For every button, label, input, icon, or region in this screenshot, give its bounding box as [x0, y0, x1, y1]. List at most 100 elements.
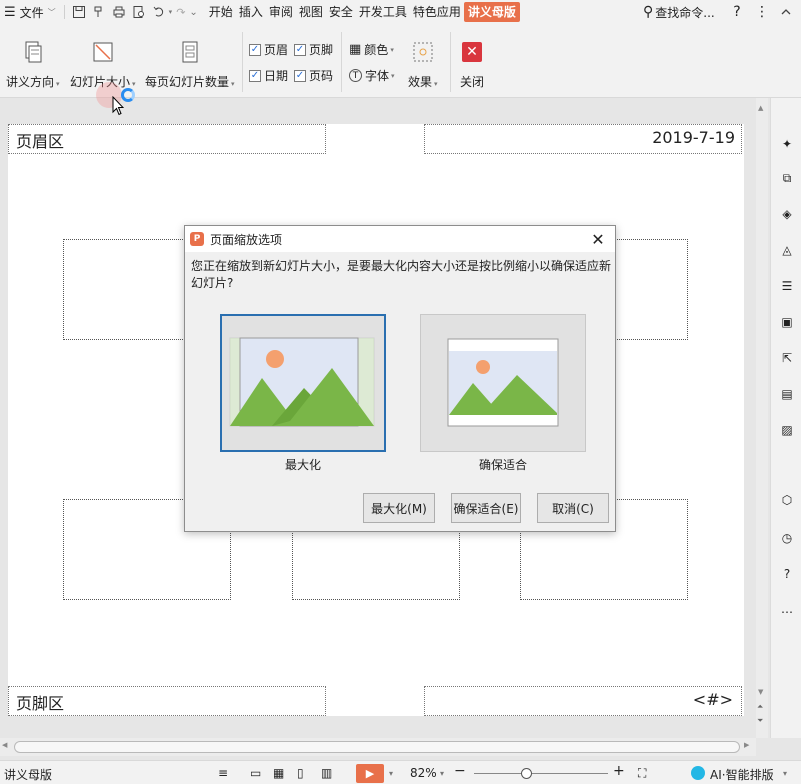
page-number-placeholder[interactable]: <#> [424, 686, 742, 716]
reading-view-icon[interactable]: ▯ [297, 766, 304, 780]
chevron-down-icon: ▾ [391, 71, 395, 80]
clock-icon[interactable]: ◷ [778, 529, 796, 547]
checkmark-icon: ✓ [249, 43, 261, 56]
scroll-down-icon[interactable]: ▼ [758, 688, 763, 696]
effects-icon [410, 39, 436, 65]
header-checkbox-label: 页眉 [264, 43, 289, 57]
ai-layout-button[interactable]: AI·智能排版 [710, 766, 774, 783]
scroll-left-icon[interactable]: ◀ [2, 741, 7, 749]
save-icon[interactable] [69, 2, 89, 22]
outline-icon[interactable]: ▥ [321, 766, 332, 780]
settings-sliders-icon[interactable]: ☰ [778, 277, 796, 295]
scroll-right-icon[interactable]: ▶ [744, 741, 749, 749]
maximize-preview-image [229, 337, 375, 427]
chevron-down-icon[interactable]: ▾ [389, 769, 393, 778]
undo-icon[interactable] [149, 2, 169, 22]
zoom-level[interactable]: 82% [410, 766, 437, 780]
date-placeholder[interactable]: 2019-7-19 [424, 124, 742, 154]
footer-placeholder[interactable]: 页脚区 [8, 686, 326, 716]
zoom-slider-handle[interactable] [521, 768, 532, 779]
tab-special[interactable]: 特色应用 [410, 2, 464, 22]
tab-developer[interactable]: 开发工具 [356, 2, 410, 22]
close-icon[interactable]: ✕ [589, 230, 607, 249]
next-page-icon[interactable]: ⏷ [757, 716, 763, 726]
zoom-out-icon[interactable]: − [454, 763, 466, 779]
help-circle-icon[interactable]: ? [778, 565, 796, 583]
maximize-button[interactable]: 最大化(M) [363, 493, 435, 523]
format-painter-icon[interactable] [89, 2, 109, 22]
picture-icon[interactable]: ▨ [778, 421, 796, 439]
header-placeholder[interactable]: 页眉区 [8, 124, 326, 154]
effects-button[interactable]: 效果 ▾ [408, 39, 438, 90]
color-button[interactable]: ▦ 颜色 ▾ [349, 41, 394, 58]
file-menu[interactable]: ☰ 文件 ﹀ [0, 0, 60, 24]
more-icon[interactable]: ⌄ [189, 7, 197, 18]
share-icon[interactable]: ⇱ [778, 349, 796, 367]
page-number-text: <#> [692, 690, 733, 709]
prev-page-icon[interactable]: ⏶ [757, 702, 763, 712]
scroll-up-icon[interactable]: ▲ [758, 104, 763, 112]
tab-insert[interactable]: 插入 [236, 2, 266, 22]
chevron-down-icon[interactable]: ▾ [783, 769, 787, 778]
redo-icon[interactable]: ↷ [176, 6, 185, 19]
checkmark-icon: ✓ [294, 43, 306, 56]
app-logo-icon: P [190, 232, 204, 246]
play-button[interactable]: ▶ [356, 764, 384, 783]
slide-sorter-icon[interactable]: ▦ [273, 766, 284, 780]
sparkle-icon[interactable]: ✦ [778, 135, 796, 153]
color-label: 颜色 [364, 43, 389, 57]
collapse-ribbon-icon[interactable] [776, 2, 796, 22]
page-number-checkbox[interactable]: ✓ 页码 [294, 67, 333, 84]
chevron-down-icon[interactable]: ▾ [440, 769, 444, 778]
chevron-down-icon: ▾ [56, 80, 60, 88]
font-button[interactable]: T 字体 ▾ [349, 67, 395, 84]
search-label: 查找命令... [655, 5, 715, 20]
document-icon[interactable]: ▤ [778, 385, 796, 403]
more-options-icon[interactable]: ⋮ [752, 2, 772, 22]
help-icon[interactable]: ? [727, 2, 747, 22]
header-text: 页眉区 [16, 132, 65, 151]
command-search[interactable]: ⚲ 查找命令... [643, 2, 715, 22]
tab-review[interactable]: 审阅 [266, 2, 296, 22]
vertical-scrollbar[interactable]: ▲ ▼ ⏶ ⏷ [756, 98, 768, 738]
maximize-option[interactable] [220, 314, 386, 452]
tab-home[interactable]: 开始 [206, 2, 236, 22]
handout-orientation-button[interactable]: 讲义方向 ▾ [6, 39, 60, 90]
tab-handout-master[interactable]: 讲义母版 [463, 2, 520, 22]
print-icon[interactable] [109, 2, 129, 22]
tab-security[interactable]: 安全 [326, 2, 356, 22]
footer-text: 页脚区 [16, 694, 65, 713]
shapes-icon[interactable]: ◈ [778, 205, 796, 223]
image-edit-icon[interactable]: ▣ [778, 313, 796, 331]
more-options-icon[interactable]: ⋯ [778, 603, 796, 621]
close-master-button[interactable]: ✕ 关闭 [459, 39, 485, 90]
notes-icon[interactable]: ≡ [218, 766, 228, 780]
fit-window-icon[interactable]: ⛶ [638, 766, 646, 781]
horizontal-scroll-thumb[interactable] [14, 741, 740, 753]
close-icon: ✕ [459, 39, 485, 65]
tab-view[interactable]: 视图 [296, 2, 326, 22]
zoom-slider[interactable] [474, 773, 608, 774]
date-checkbox[interactable]: ✓ 日期 [249, 67, 288, 84]
slides-per-page-button[interactable]: 每页幻灯片数量 ▾ [145, 39, 235, 90]
status-bar: 讲义母版 ≡ ▭ ▦ ▯ ▥ ▶ ▾ 82% ▾ − + ⛶ AI·智能排版 ▾ [0, 760, 801, 784]
dialog-title-bar[interactable]: P 页面缩放选项 [185, 226, 615, 252]
divider [63, 5, 65, 19]
date-checkbox-label: 日期 [264, 69, 289, 83]
print-preview-icon[interactable] [129, 2, 149, 22]
divider [341, 32, 342, 92]
header-checkbox[interactable]: ✓ 页眉 [249, 41, 288, 58]
copy-icon[interactable]: ⧉ [778, 169, 796, 187]
fit-option[interactable] [420, 314, 586, 452]
normal-view-icon[interactable]: ▭ [250, 766, 261, 780]
dialog-title: 页面缩放选项 [210, 232, 283, 247]
color-palette-icon: ▦ [349, 42, 362, 57]
cancel-button[interactable]: 取消(C) [537, 493, 609, 523]
font-icon: T [349, 69, 362, 82]
zoom-in-icon[interactable]: + [613, 763, 625, 779]
footer-checkbox[interactable]: ✓ 页脚 [294, 41, 333, 58]
fill-icon[interactable]: ◬ [778, 241, 796, 259]
chevron-down-icon[interactable]: ▾ [169, 8, 173, 16]
ensure-fit-button[interactable]: 确保适合(E) [451, 493, 521, 523]
shield-icon[interactable]: ⬡ [778, 491, 796, 509]
